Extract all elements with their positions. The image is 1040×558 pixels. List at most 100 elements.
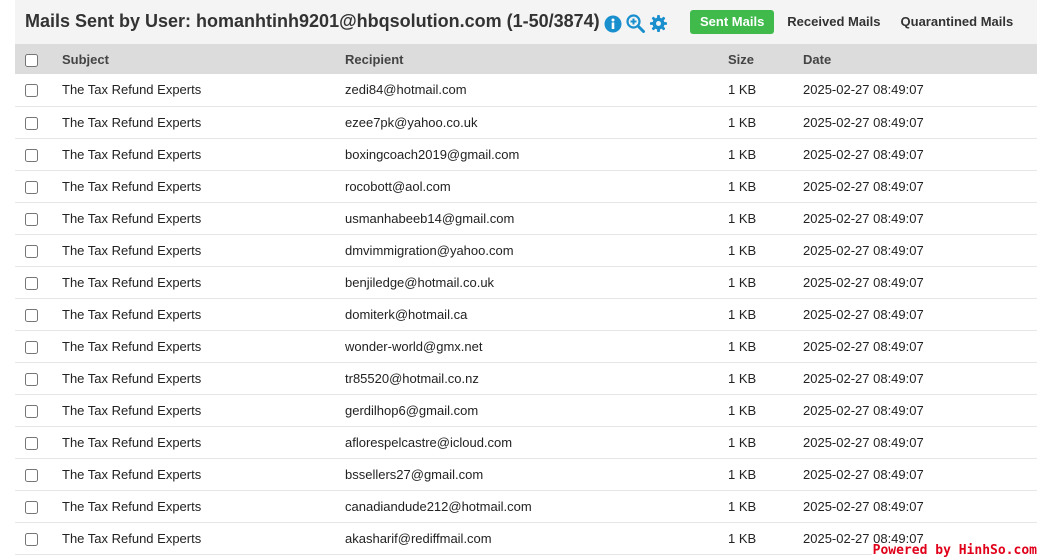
table-row[interactable]: The Tax Refund Experts gerdilhop6@gmail.c…	[15, 394, 1037, 426]
recipient-cell: zedi84@hotmail.com	[345, 82, 467, 98]
size-cell: 1 KB	[728, 498, 757, 514]
tab-received-mails[interactable]: Received Mails	[777, 10, 890, 34]
row-checkbox[interactable]	[25, 244, 38, 258]
row-checkbox[interactable]	[25, 308, 38, 322]
row-checkbox[interactable]	[25, 212, 38, 226]
header-icons	[604, 14, 668, 33]
row-select-cell	[15, 394, 62, 426]
mail-tabs: Sent Mails Received Mails Quarantined Ma…	[690, 10, 1023, 34]
table-body: The Tax Refund Experts zedi84@hotmail.com…	[15, 74, 1037, 554]
subject-cell[interactable]: The Tax Refund Experts	[62, 298, 345, 330]
page-header: Mails Sent by User: homanhtinh9201@hbqso…	[15, 0, 1037, 44]
table-row[interactable]: The Tax Refund Experts boxingcoach2019@gm…	[15, 138, 1037, 170]
size-cell: 1 KB	[728, 114, 757, 130]
recipient-cell: canadiandude212@hotmail.com	[345, 498, 532, 514]
date-cell: 2025-02-27 08:49:07	[803, 114, 924, 130]
mail-table: Subject Recipient Size Date The Tax Refu…	[15, 44, 1037, 555]
date-cell: 2025-02-27 08:49:07	[803, 402, 924, 418]
table-row[interactable]: The Tax Refund Experts tr85520@hotmail.co…	[15, 362, 1037, 394]
subject-cell[interactable]: The Tax Refund Experts	[62, 490, 345, 522]
row-select-cell	[15, 74, 62, 106]
row-select-cell	[15, 138, 62, 170]
watermark: Powered by HinhSo.com	[871, 543, 1038, 558]
subject-cell[interactable]: The Tax Refund Experts	[62, 170, 345, 202]
table-row[interactable]: The Tax Refund Experts bssellers27@gmail.…	[15, 458, 1037, 490]
tab-quarantined-mails[interactable]: Quarantined Mails	[891, 10, 1024, 34]
row-checkbox[interactable]	[25, 180, 38, 194]
row-checkbox[interactable]	[25, 340, 38, 354]
select-all-cell	[15, 44, 62, 74]
row-select-cell	[15, 202, 62, 234]
info-icon[interactable]	[604, 15, 622, 33]
table-row[interactable]: The Tax Refund Experts benjiledge@hotmail…	[15, 266, 1037, 298]
tab-sent-mails[interactable]: Sent Mails	[690, 10, 775, 34]
subject-cell[interactable]: The Tax Refund Experts	[62, 362, 345, 394]
subject-cell[interactable]: The Tax Refund Experts	[62, 202, 345, 234]
recipient-cell: benjiledge@hotmail.co.uk	[345, 274, 495, 290]
select-all-checkbox[interactable]	[25, 53, 38, 67]
table-row[interactable]: The Tax Refund Experts aflorespelcastre@i…	[15, 426, 1037, 458]
row-checkbox[interactable]	[25, 116, 38, 130]
row-checkbox[interactable]	[25, 468, 38, 482]
size-cell: 1 KB	[728, 306, 757, 322]
row-checkbox[interactable]	[25, 500, 38, 514]
column-header-date[interactable]: Date	[803, 44, 1037, 74]
table-row[interactable]: The Tax Refund Experts dmvimmigration@yah…	[15, 234, 1037, 266]
table-row[interactable]: The Tax Refund Experts canadiandude212@ho…	[15, 490, 1037, 522]
row-checkbox[interactable]	[25, 372, 38, 386]
subject-cell[interactable]: The Tax Refund Experts	[62, 458, 345, 490]
table-header-row: Subject Recipient Size Date	[15, 44, 1037, 74]
gear-icon[interactable]	[649, 14, 668, 33]
subject-cell[interactable]: The Tax Refund Experts	[62, 234, 345, 266]
column-header-subject[interactable]: Subject	[62, 44, 345, 74]
date-cell: 2025-02-27 08:49:07	[803, 434, 924, 450]
row-select-cell	[15, 522, 62, 554]
size-cell: 1 KB	[728, 82, 757, 98]
size-cell: 1 KB	[728, 370, 757, 386]
row-checkbox[interactable]	[25, 84, 38, 98]
table-row[interactable]: The Tax Refund Experts rocobott@aol.com 1 …	[15, 170, 1037, 202]
row-checkbox[interactable]	[25, 148, 38, 162]
subject-cell[interactable]: The Tax Refund Experts	[62, 266, 345, 298]
table-row[interactable]: The Tax Refund Experts zedi84@hotmail.com…	[15, 74, 1037, 106]
column-header-size[interactable]: Size	[728, 44, 803, 74]
recipient-cell: akasharif@rediffmail.com	[345, 530, 492, 546]
subject-cell[interactable]: The Tax Refund Experts	[62, 74, 345, 106]
subject-cell[interactable]: The Tax Refund Experts	[62, 394, 345, 426]
column-header-recipient[interactable]: Recipient	[345, 44, 728, 74]
size-cell: 1 KB	[728, 434, 757, 450]
size-cell: 1 KB	[728, 210, 757, 226]
recipient-cell: wonder-world@gmx.net	[345, 338, 483, 354]
row-select-cell	[15, 298, 62, 330]
date-cell: 2025-02-27 08:49:07	[803, 274, 924, 290]
subject-cell[interactable]: The Tax Refund Experts	[62, 330, 345, 362]
subject-cell[interactable]: The Tax Refund Experts	[62, 106, 345, 138]
zoom-in-icon[interactable]	[626, 14, 645, 33]
date-cell: 2025-02-27 08:49:07	[803, 466, 924, 482]
row-select-cell	[15, 106, 62, 138]
row-select-cell	[15, 234, 62, 266]
row-select-cell	[15, 330, 62, 362]
recipient-cell: ezee7pk@yahoo.co.uk	[345, 114, 478, 130]
row-checkbox[interactable]	[25, 276, 38, 290]
date-cell: 2025-02-27 08:49:07	[803, 338, 924, 354]
date-cell: 2025-02-27 08:49:07	[803, 210, 924, 226]
subject-cell[interactable]: The Tax Refund Experts	[62, 522, 345, 554]
size-cell: 1 KB	[728, 242, 757, 258]
row-checkbox[interactable]	[25, 532, 38, 546]
date-cell: 2025-02-27 08:49:07	[803, 242, 924, 258]
subject-cell[interactable]: The Tax Refund Experts	[62, 426, 345, 458]
subject-cell[interactable]: The Tax Refund Experts	[62, 138, 345, 170]
recipient-cell: usmanhabeeb14@gmail.com	[345, 210, 515, 226]
date-cell: 2025-02-27 08:49:07	[803, 370, 924, 386]
table-row[interactable]: The Tax Refund Experts usmanhabeeb14@gmai…	[15, 202, 1037, 234]
size-cell: 1 KB	[728, 466, 757, 482]
row-checkbox[interactable]	[25, 404, 38, 418]
table-row[interactable]: The Tax Refund Experts ezee7pk@yahoo.co.u…	[15, 106, 1037, 138]
table-row[interactable]: The Tax Refund Experts domiterk@hotmail.c…	[15, 298, 1037, 330]
recipient-cell: rocobott@aol.com	[345, 178, 451, 194]
size-cell: 1 KB	[728, 178, 757, 194]
table-row[interactable]: The Tax Refund Experts wonder-world@gmx.n…	[15, 330, 1037, 362]
date-cell: 2025-02-27 08:49:07	[803, 306, 924, 322]
row-checkbox[interactable]	[25, 436, 38, 450]
